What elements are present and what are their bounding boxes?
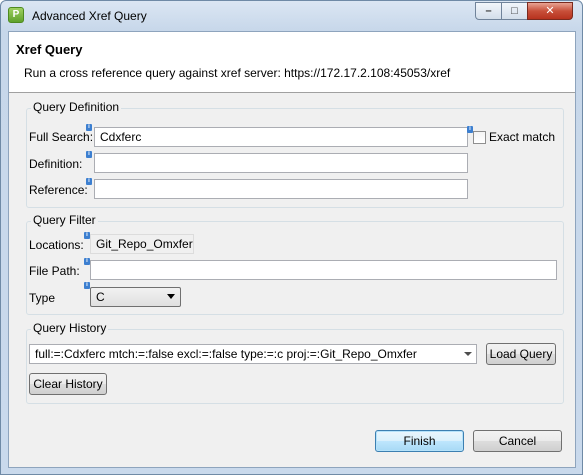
query-history-combo[interactable]: full:=:Cdxferc mtch:=:false excl:=:false… [29, 344, 477, 364]
locations-label: Locations: [29, 238, 84, 252]
reference-input[interactable] [94, 179, 468, 199]
header-description: Run a cross reference query against xref… [24, 66, 451, 80]
close-button[interactable]: ✕ [527, 2, 573, 20]
minimize-icon: – [485, 5, 492, 17]
definition-label: Definition: [29, 157, 83, 171]
dialog-header: Xref Query Run a cross reference query a… [9, 32, 575, 93]
file-path-label: File Path: [29, 264, 80, 278]
finish-button[interactable]: Finish [375, 430, 464, 452]
close-icon: ✕ [545, 5, 555, 17]
reference-info-icon: i [86, 178, 92, 185]
locations-value[interactable]: Git_Repo_Omxfer [90, 234, 194, 254]
title-bar[interactable]: P Advanced Xref Query – □ ✕ [1, 1, 582, 31]
load-query-button[interactable]: Load Query [486, 343, 556, 365]
query-history-dropdown-button[interactable] [459, 345, 476, 363]
dialog-client-area: Xref Query Run a cross reference query a… [8, 31, 576, 468]
type-label: Type [29, 291, 56, 305]
maximize-button[interactable]: □ [501, 2, 528, 20]
type-select[interactable]: C [90, 287, 181, 307]
minimize-button[interactable]: – [475, 2, 502, 20]
query-definition-label: Query Definition [31, 100, 122, 114]
query-history-label: Query History [31, 321, 109, 335]
definition-input[interactable] [94, 153, 468, 173]
type-select-value: C [96, 290, 105, 304]
cancel-button[interactable]: Cancel [473, 430, 562, 452]
chevron-down-icon [167, 294, 175, 299]
query-history-selected: full:=:Cdxferc mtch:=:false excl:=:false… [35, 347, 417, 361]
reference-label: Reference: [29, 183, 88, 197]
clear-history-button[interactable]: Clear History [29, 373, 107, 395]
window-title: Advanced Xref Query [32, 9, 147, 23]
full-search-info-icon: i [86, 124, 92, 131]
header-title: Xref Query [16, 42, 83, 57]
chevron-down-icon [464, 352, 472, 356]
app-icon: P [8, 7, 24, 23]
query-filter-label: Query Filter [31, 213, 98, 227]
dialog-window: P Advanced Xref Query – □ ✕ Xref Query R… [0, 0, 583, 475]
exact-match-label: Exact match [489, 130, 556, 144]
file-path-input[interactable] [90, 260, 557, 280]
full-search-label: Full Search: [29, 130, 94, 144]
exact-match-checkbox[interactable] [473, 131, 486, 144]
full-search-input[interactable]: Cdxferc [94, 127, 468, 147]
maximize-icon: □ [511, 5, 518, 17]
definition-info-icon: i [86, 151, 92, 158]
